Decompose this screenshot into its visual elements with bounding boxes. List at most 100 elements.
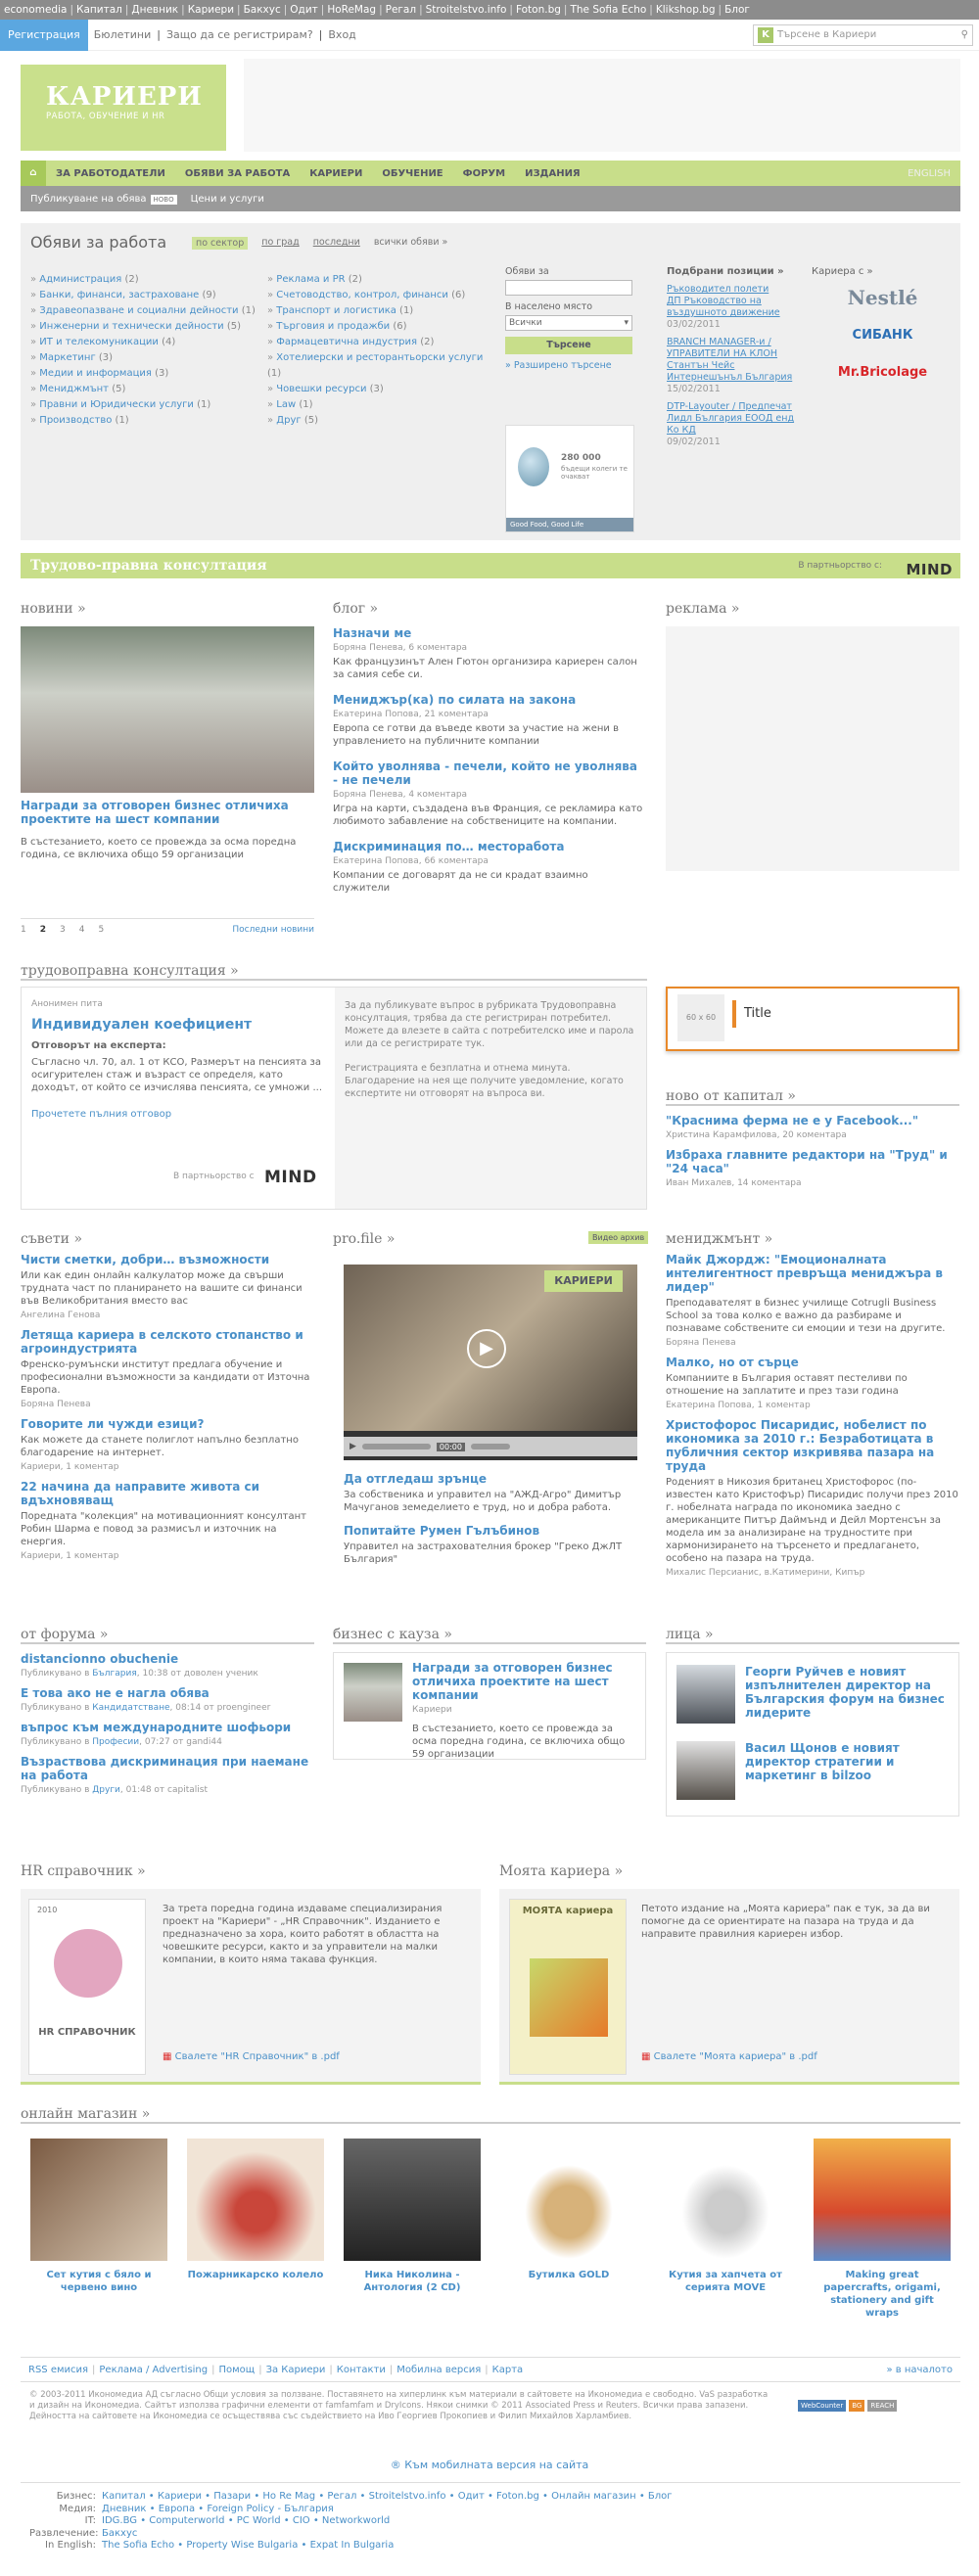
city-select[interactable]: Всички ▾ bbox=[505, 315, 632, 331]
tab-all[interactable]: всички обяви » bbox=[374, 237, 448, 250]
mycareer-download-link[interactable]: ▦ Свалете "Моята кариера" в .pdf bbox=[641, 2051, 817, 2062]
topbar-link[interactable]: Капитал bbox=[76, 4, 122, 16]
nav-training[interactable]: ОБУЧЕНИЕ bbox=[372, 168, 452, 179]
home-icon[interactable]: ⌂ bbox=[21, 161, 46, 186]
topbar-link[interactable]: Блог bbox=[724, 4, 750, 16]
page-link[interactable]: 2 bbox=[40, 925, 46, 935]
footer-link[interactable]: Контакти bbox=[337, 2365, 386, 2375]
forum-topic[interactable]: Е това ако не е нагла обява bbox=[21, 1686, 314, 1700]
advice-title[interactable]: Чисти сметки, добри… възможности bbox=[21, 1253, 314, 1266]
topbar-link[interactable]: Foton.bg bbox=[516, 4, 561, 16]
category-item[interactable]: Здравеопазване и социални дейности (1) bbox=[30, 303, 256, 319]
category-item[interactable]: Инженерни и технически дейности (5) bbox=[30, 319, 256, 335]
capital-link[interactable]: Избраха главните редактори на "Труд" и "… bbox=[666, 1148, 959, 1175]
back-to-top-link[interactable]: » в началото bbox=[886, 2365, 953, 2375]
tab-latest[interactable]: последни bbox=[313, 237, 360, 250]
news-heading[interactable]: новини » bbox=[21, 601, 314, 617]
play-button-icon[interactable]: ▶ bbox=[350, 1442, 356, 1451]
topbar-link[interactable]: The Sofia Echo bbox=[570, 4, 646, 16]
register-button[interactable]: Регистрация bbox=[0, 19, 88, 51]
category-item[interactable]: Човешки ресурси (3) bbox=[267, 382, 488, 397]
consultation-banner[interactable]: Трудово-правна консултация В партньорств… bbox=[21, 553, 960, 578]
hr-heading[interactable]: HR справочник » bbox=[21, 1863, 481, 1879]
footer-link[interactable]: Карта bbox=[492, 2365, 524, 2375]
category-item[interactable]: Хотелиерски и ресторантьорски услуги (1) bbox=[267, 350, 488, 382]
category-item[interactable]: Производство (1) bbox=[30, 413, 256, 429]
advice-heading[interactable]: съвети » bbox=[21, 1231, 314, 1247]
group-links[interactable]: Дневник • Европа • Foreign Policy - Бълг… bbox=[102, 2504, 334, 2516]
hr-download-link[interactable]: ▦ Свалете "HR Справочник" в .pdf bbox=[163, 2051, 340, 2062]
advice-title[interactable]: 22 начина да направите живота си вдъхнов… bbox=[21, 1480, 314, 1507]
question-title[interactable]: Индивидуален коефициент bbox=[31, 1017, 252, 1033]
featured-job-link[interactable]: Ръководител полети bbox=[667, 284, 796, 296]
mycareer-cover[interactable]: МОЯТА кариера bbox=[509, 1899, 627, 2075]
consult-heading[interactable]: трудовоправна консултация » bbox=[21, 963, 647, 981]
login-link[interactable]: Вход bbox=[322, 28, 361, 41]
search-button[interactable]: Търсене bbox=[505, 337, 632, 354]
category-item[interactable]: Law (1) bbox=[267, 397, 488, 413]
bricolage-logo[interactable]: Mr.Bricolage bbox=[812, 355, 954, 389]
forum-category-link[interactable]: Кандидатстване bbox=[92, 1703, 169, 1713]
cause-thumb[interactable] bbox=[344, 1663, 402, 1722]
category-item[interactable]: Търговия и продажби (6) bbox=[267, 319, 488, 335]
capital-heading[interactable]: ново от капитал » bbox=[666, 1088, 959, 1106]
topbar-link[interactable]: Дневник bbox=[131, 4, 178, 16]
profile-title[interactable]: Попитайте Румен Гълъбинов bbox=[344, 1524, 637, 1538]
category-item[interactable]: Транспорт и логистика (1) bbox=[267, 303, 488, 319]
advice-title[interactable]: Летяща кариера в селското стопанство и а… bbox=[21, 1328, 314, 1356]
page-link[interactable]: 3 bbox=[60, 925, 66, 935]
face-photo[interactable] bbox=[676, 1665, 735, 1724]
category-item[interactable]: Фармацевтична индустрия (2) bbox=[267, 335, 488, 350]
seek-bar[interactable] bbox=[361, 1444, 431, 1449]
news-photo[interactable] bbox=[21, 626, 314, 793]
cause-title[interactable]: Награди за отговорен бизнес отличиха про… bbox=[412, 1661, 637, 1702]
footer-link[interactable]: Помощ bbox=[219, 2365, 256, 2375]
video-archive-badge[interactable]: Видео архив bbox=[588, 1231, 649, 1244]
category-item[interactable]: Реклама и PR (2) bbox=[267, 272, 488, 288]
shop-item[interactable]: Кутия за хапчета от серията MOVE bbox=[657, 2139, 794, 2294]
forum-category-link[interactable]: Професии bbox=[92, 1737, 139, 1747]
group-links[interactable]: IDG.BG • Computerworld • PC World • CIO … bbox=[102, 2515, 390, 2528]
nav-careers[interactable]: КАРИЕРИ bbox=[300, 168, 372, 179]
forum-category-link[interactable]: България bbox=[92, 1669, 137, 1679]
blog-post-title[interactable]: Дискриминация по… месторабота bbox=[333, 840, 646, 853]
category-item[interactable]: Медии и информация (3) bbox=[30, 366, 256, 382]
cause-heading[interactable]: бизнес с кауза » bbox=[333, 1627, 646, 1644]
topbar-link[interactable]: Stroitelstvo.info bbox=[426, 4, 507, 16]
mobile-version-link[interactable]: ® Към мобилната версия на сайта bbox=[0, 2459, 979, 2471]
featured-job-link[interactable]: DTP-Layouter / Предпечат bbox=[667, 401, 796, 413]
blog-post-title[interactable]: Назначи ме bbox=[333, 626, 646, 640]
footer-link[interactable]: RSS емисия bbox=[28, 2365, 88, 2375]
blog-heading[interactable]: блог » bbox=[333, 601, 378, 617]
face-photo[interactable] bbox=[676, 1741, 735, 1800]
nestle-ad[interactable]: 280 000 бъдещи колеги те очакват Good Fo… bbox=[505, 425, 634, 532]
blog-post-title[interactable]: Който уволнява - печели, който не уволня… bbox=[333, 759, 646, 787]
sibank-logo[interactable]: СИБАНК bbox=[812, 318, 954, 351]
nav-employers[interactable]: ЗА РАБОТОДАТЕЛИ bbox=[46, 168, 175, 179]
featured-job-link[interactable]: BRANCH MANAGER-и / УПРАВИТЕЛИ НА КЛОН bbox=[667, 337, 796, 360]
featured-company-link[interactable]: ДП Ръководство на въздушното движение bbox=[667, 296, 796, 319]
topbar-link[interactable]: Регал bbox=[386, 4, 416, 16]
topbar-link[interactable]: HoReMag bbox=[327, 4, 376, 16]
counter-badge[interactable]: REACH bbox=[867, 2400, 898, 2412]
tab-by-city[interactable]: по град bbox=[261, 237, 299, 250]
shop-item[interactable]: Ника Николина - Антология (2 CD) bbox=[344, 2139, 481, 2294]
hr-cover[interactable]: 2010 HR СПРАВОЧНИК bbox=[28, 1899, 146, 2075]
blog-post-title[interactable]: Мениджър(ка) по силата на закона bbox=[333, 693, 646, 707]
shop-item[interactable]: Сет кутия с бяло и червено вино bbox=[30, 2139, 167, 2294]
nav-job-ads[interactable]: ОБЯВИ ЗА РАБОТА bbox=[175, 168, 300, 179]
promo-box[interactable]: 60 x 60 Title bbox=[666, 987, 959, 1051]
shop-item[interactable]: Бутилка GOLD bbox=[500, 2139, 637, 2281]
footer-link[interactable]: Мобилна версия bbox=[396, 2365, 481, 2375]
advanced-search-link[interactable]: » Разширено търсене bbox=[505, 360, 652, 371]
advice-title[interactable]: Говорите ли чужди езици? bbox=[21, 1417, 314, 1431]
forum-heading[interactable]: от форума » bbox=[21, 1627, 314, 1644]
topbar-link[interactable]: Одит bbox=[290, 4, 317, 16]
featured-company-link[interactable]: Стантън Чейс Интернешънъл България bbox=[667, 360, 796, 384]
publish-ad-link[interactable]: Публикуване на обява НОВО bbox=[30, 194, 177, 205]
shop-item[interactable]: Пожарникарско колело bbox=[187, 2139, 324, 2281]
category-item[interactable]: Правни и Юридически услуги (1) bbox=[30, 397, 256, 413]
forum-category-link[interactable]: Други bbox=[92, 1785, 120, 1795]
volume-slider[interactable] bbox=[470, 1444, 510, 1449]
group-links[interactable]: The Sofia Echo • Property Wise Bulgaria … bbox=[102, 2540, 394, 2553]
